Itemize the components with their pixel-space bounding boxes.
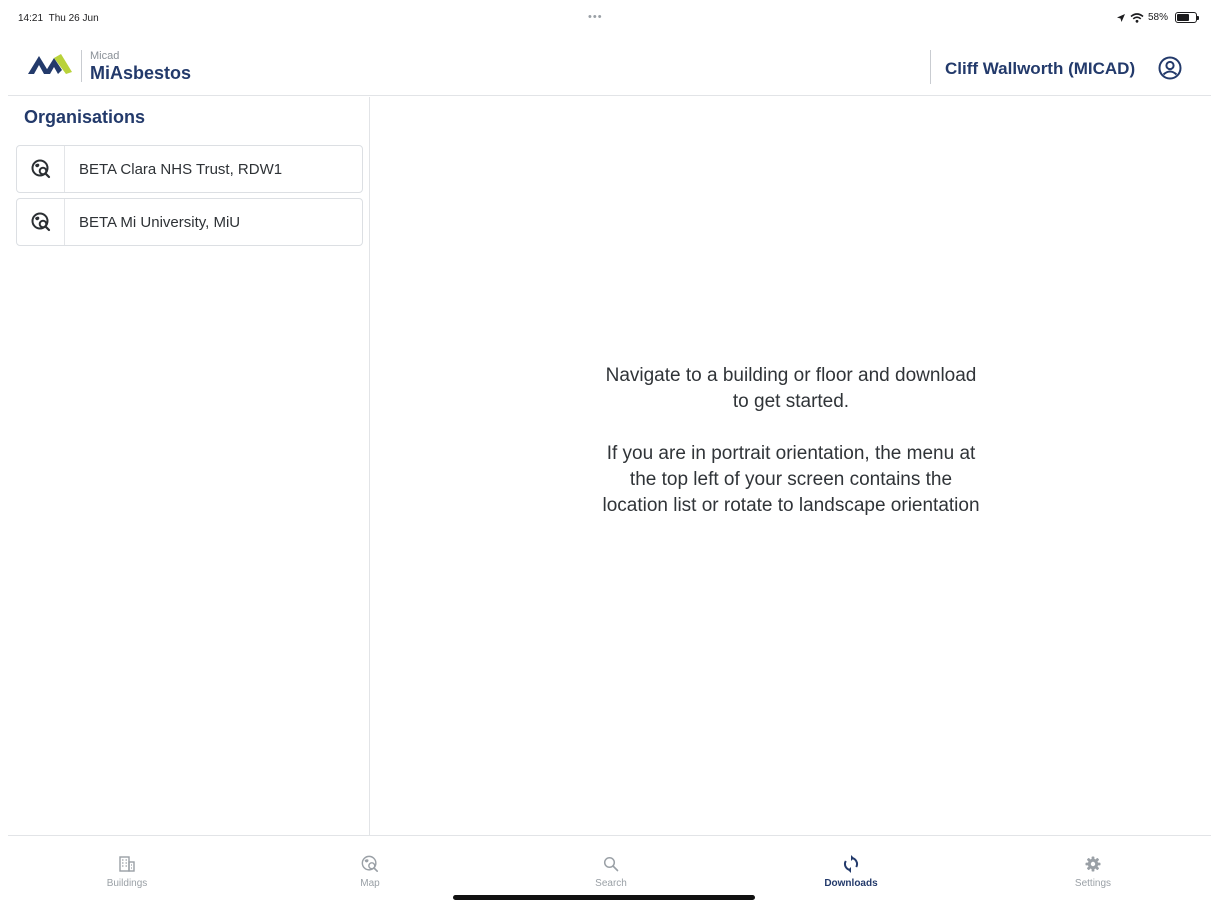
status-bar: 14:21 Thu 26 Jun ••• 58% — [8, 8, 1211, 30]
user-name[interactable]: Cliff Wallworth (MICAD) — [945, 59, 1135, 79]
status-time: 14:21 Thu 26 Jun — [18, 13, 99, 24]
brand-company: Micad — [90, 50, 120, 62]
battery-icon — [1175, 12, 1199, 23]
status-indicators: 58% — [1116, 12, 1199, 23]
search-icon — [603, 856, 619, 872]
tab-label: Downloads — [824, 878, 878, 889]
org-icon-cell — [17, 146, 65, 192]
sidebar-title: Organisations — [24, 107, 146, 127]
tab-buildings[interactable]: Buildings — [87, 854, 167, 889]
tab-label: Search — [595, 878, 627, 889]
main-content: Navigate to a building or floor and down… — [371, 97, 1211, 843]
gear-icon — [1085, 856, 1101, 872]
tab-label: Buildings — [106, 878, 148, 889]
empty-state-line-2: If you are in portrait orientation, the … — [602, 443, 980, 516]
organisation-item-clara-nhs-trust[interactable]: BETA Clara NHS Trust, RDW1 — [16, 145, 363, 193]
brand-app-name: MiAsbestos — [90, 63, 192, 83]
org-icon-cell — [17, 199, 65, 245]
organisations-sidebar: Organisations BETA Clara NHS Trust, RDW1 — [8, 97, 370, 843]
organisation-item-mi-university[interactable]: BETA Mi University, MiU — [16, 198, 363, 246]
empty-state-message: Navigate to a building or floor and down… — [601, 363, 981, 519]
app-window: 14:21 Thu 26 Jun ••• 58% Micad MiAsbesto… — [8, 8, 1211, 906]
multitasking-dots-icon[interactable]: ••• — [588, 11, 603, 23]
tab-downloads[interactable]: Downloads — [811, 854, 891, 889]
user-account-icon[interactable] — [1158, 56, 1182, 80]
map-icon — [361, 855, 379, 873]
tab-label: Settings — [1074, 878, 1112, 889]
home-indicator[interactable] — [453, 895, 755, 900]
app-header: Micad MiAsbestos Cliff Wallworth (MICAD) — [8, 30, 1211, 96]
organisation-label: BETA Clara NHS Trust, RDW1 — [79, 161, 283, 178]
battery-percent: 58% — [1147, 12, 1168, 23]
tab-search[interactable]: Search — [571, 854, 651, 889]
buildings-icon — [119, 856, 135, 872]
empty-state-line-1: Navigate to a building or floor and down… — [605, 365, 977, 412]
tab-settings[interactable]: Settings — [1053, 854, 1133, 889]
downloads-icon — [844, 855, 858, 873]
tab-label: Map — [360, 878, 380, 889]
miasbestos-logo-icon — [28, 54, 72, 74]
map-search-icon — [31, 212, 50, 232]
location-arrow-icon — [1116, 13, 1125, 22]
organisation-label: BETA Mi University, MiU — [79, 214, 241, 231]
user-divider — [930, 50, 931, 84]
map-search-icon — [31, 159, 50, 179]
wifi-icon — [1130, 12, 1144, 23]
tab-map[interactable]: Map — [330, 854, 410, 889]
brand-divider — [81, 50, 82, 82]
